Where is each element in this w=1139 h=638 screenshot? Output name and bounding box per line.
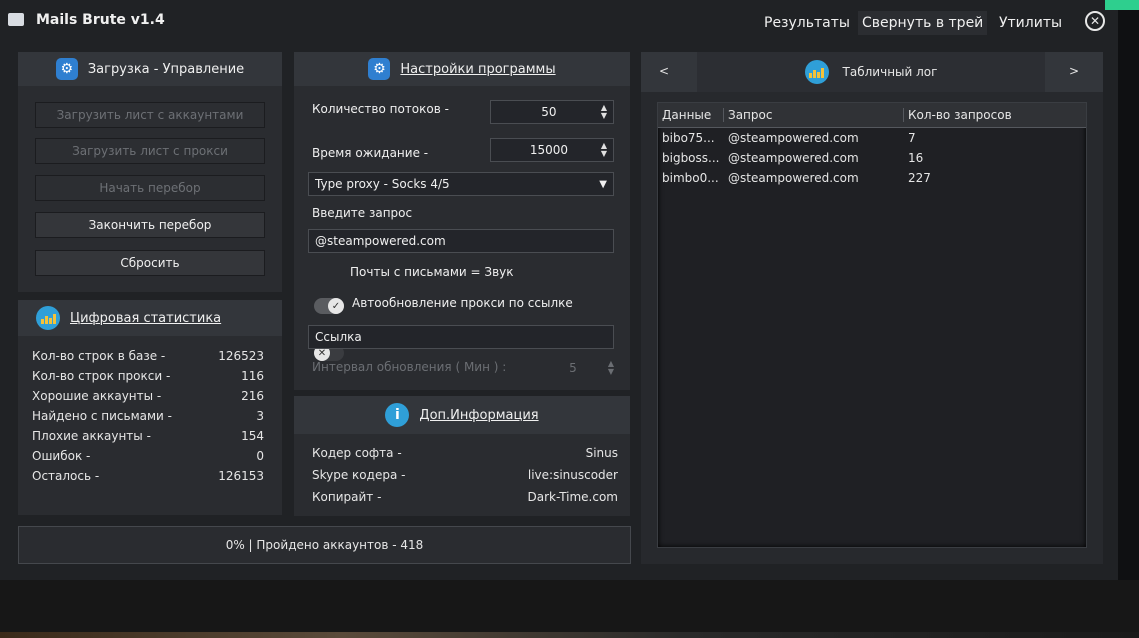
stat-row-proxy: Кол-во строк прокси -116 (32, 369, 264, 383)
check-icon: ✓ (328, 298, 344, 314)
settings-header-label: Настройки программы (400, 61, 556, 77)
log-panel: < Табличный лог > Данные Запрос Кол-во з… (641, 52, 1103, 564)
control-panel: ⚙ Загрузка - Управление Загрузить лист с… (18, 52, 282, 292)
envelope-icon (8, 13, 24, 26)
app-title: Mails Brute v1.4 (36, 12, 165, 28)
menu-utilities[interactable]: Утилиты (995, 11, 1066, 35)
query-input[interactable]: @steampowered.com (308, 229, 614, 253)
proxy-type-select[interactable]: Type proxy - Socks 4/5 ▼ (308, 172, 614, 196)
log-prev-button[interactable]: < (659, 64, 669, 78)
log-header-label: Табличный лог (842, 65, 938, 79)
threads-label: Количество потоков - (312, 102, 449, 116)
stat-row-bad: Плохие аккаунты -154 (32, 429, 264, 443)
column-query[interactable]: Запрос (724, 108, 904, 122)
interval-value: 5 (569, 361, 577, 375)
threads-value: 50 (541, 105, 557, 119)
progress-bar: 0% | Пройдено аккаунтов - 418 (18, 526, 631, 564)
stat-row-with-mail: Найдено с письмами -3 (32, 409, 264, 423)
log-table-header: Данные Запрос Кол-во запросов (658, 103, 1086, 128)
settings-header: ⚙ Настройки программы (294, 52, 630, 86)
sound-toggle[interactable]: ✓ (314, 298, 344, 314)
stat-row-errors: Ошибок -0 (32, 449, 264, 463)
table-row[interactable]: bigboss... @steampowered.com 16 (658, 148, 1086, 168)
proxy-type-value: Type proxy - Socks 4/5 (315, 177, 450, 191)
stepper-arrows-icon[interactable]: ▲ ▼ (608, 360, 614, 376)
sound-toggle-label: Почты с письмами = Звук (350, 265, 514, 279)
info-row-skype: Skype кодера - live:sinuscoder (312, 468, 618, 482)
stats-list: Кол-во строк в базе -126523 Кол-во строк… (32, 346, 264, 486)
timeout-stepper[interactable]: 15000 ▲ ▼ (490, 138, 614, 162)
reset-button[interactable]: Сбросить (35, 250, 265, 276)
control-header-label: Загрузка - Управление (87, 61, 245, 77)
auto-proxy-label: Автообновление прокси по ссылке (352, 296, 573, 310)
log-next-button[interactable]: > (1069, 64, 1079, 78)
stat-row-base: Кол-во строк в базе -126523 (32, 349, 264, 363)
log-table[interactable]: Данные Запрос Кол-во запросов bibo75... … (657, 102, 1087, 548)
info-icon: i (385, 403, 410, 427)
info-row-copyright: Копирайт - Dark-Time.com (312, 490, 618, 504)
bar-chart-icon (36, 306, 60, 330)
table-row[interactable]: bibo75... @steampowered.com 7 (658, 128, 1086, 148)
corner-accent (1105, 0, 1139, 10)
gear-icon: ⚙ (55, 58, 78, 80)
log-header: Табличный лог (697, 52, 1045, 92)
column-count[interactable]: Кол-во запросов (904, 108, 1086, 122)
settings-panel: ⚙ Настройки программы Количество потоков… (294, 52, 630, 390)
info-header: i Доп.Информация (294, 396, 630, 434)
load-accounts-button[interactable]: Загрузить лист с аккаунтами (35, 102, 265, 128)
threads-stepper[interactable]: 50 ▲ ▼ (490, 100, 614, 124)
taskbar-edge (0, 632, 1139, 638)
interval-stepper[interactable]: 5 ▲ ▼ (538, 357, 614, 379)
control-header: ⚙ Загрузка - Управление (18, 52, 282, 86)
chevron-down-icon: ▼ (599, 178, 607, 190)
timeout-value: 15000 (529, 143, 569, 157)
start-button[interactable]: Начать перебор (35, 175, 265, 201)
finish-button[interactable]: Закончить перебор (35, 212, 265, 238)
menu-minimize-tray[interactable]: Свернуть в трей (858, 11, 988, 35)
info-panel: i Доп.Информация Кодер софта - Sinus Skyp… (294, 396, 630, 516)
interval-label: Интервал обновления ( Мин ) : (312, 360, 507, 374)
stat-row-good: Хорошие аккаунты -216 (32, 389, 264, 403)
stepper-arrows-icon[interactable]: ▲ ▼ (601, 104, 607, 120)
menu-results[interactable]: Результаты (760, 11, 854, 35)
load-proxy-button[interactable]: Загрузить лист с прокси (35, 138, 265, 164)
column-data[interactable]: Данные (658, 108, 724, 122)
info-header-label: Доп.Информация (419, 407, 539, 423)
gear-icon: ⚙ (368, 58, 391, 80)
bar-chart-icon (804, 60, 829, 84)
proxy-link-input[interactable]: Ссылка (308, 325, 614, 349)
timeout-label: Время ожидание - (312, 146, 429, 160)
close-circle-icon[interactable]: ✕ (1085, 11, 1105, 31)
query-label: Введите запрос (312, 206, 413, 220)
stats-header-label: Цифровая статистика (70, 310, 222, 326)
stats-header: Цифровая статистика (18, 300, 282, 336)
stat-row-remaining: Осталось -126153 (32, 469, 264, 483)
stats-panel: Цифровая статистика Кол-во строк в базе … (18, 300, 282, 515)
stepper-arrows-icon[interactable]: ▲ ▼ (601, 142, 607, 158)
table-row[interactable]: bimbo0... @steampowered.com 227 (658, 168, 1086, 188)
desktop-strip (0, 580, 1139, 632)
info-list: Кодер софта - Sinus Skype кодера - live:si… (312, 442, 618, 508)
info-row-coder: Кодер софта - Sinus (312, 446, 618, 460)
